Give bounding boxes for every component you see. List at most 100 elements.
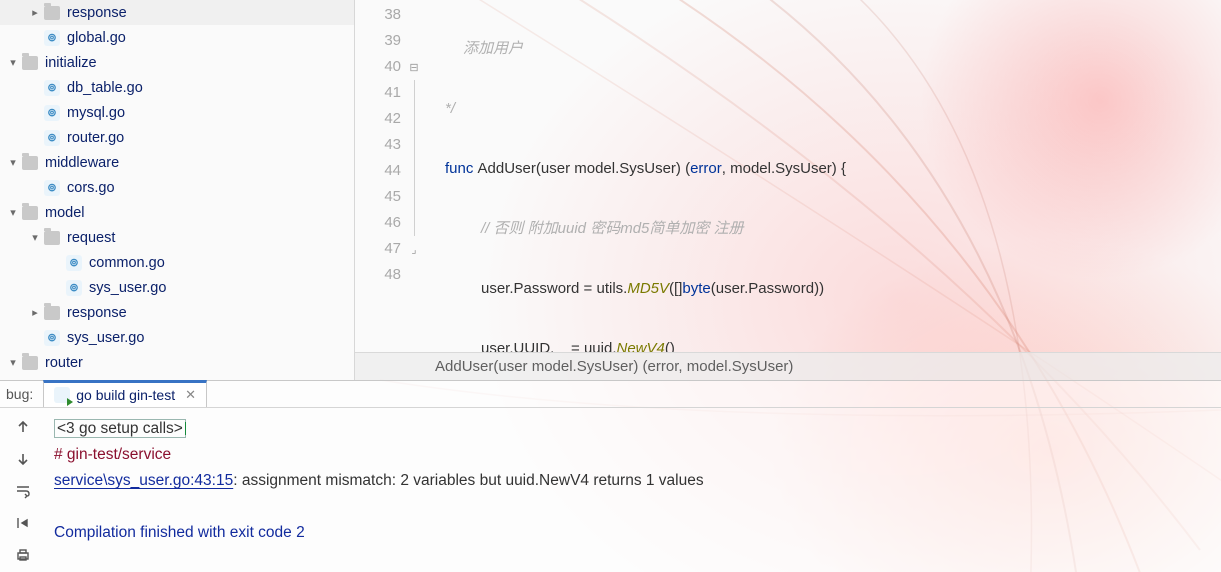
chevron-down-icon[interactable]: ▾ [6,56,20,69]
code-text: ([] [669,280,682,297]
project-tree[interactable]: ▸ response ⊚global.go▾initialize⊚db_table.… [0,0,354,380]
tree-label: sys_user.go [67,330,144,346]
chevron-down-icon[interactable]: ▾ [6,356,20,369]
pkg-uuid: uuid [584,340,612,352]
tree-file-db_table-go[interactable]: ⊚db_table.go [0,75,354,100]
fold-toggle-icon[interactable]: ⊟ [405,54,423,80]
go-file-icon: ⊚ [44,105,60,121]
go-file-icon: ⊚ [66,255,82,271]
soft-wrap-button[interactable] [12,480,34,502]
chevron-down-icon[interactable]: ▾ [6,206,20,219]
folder-icon [22,356,38,370]
code-comment: 添加用户 [433,40,523,57]
tree-label: response [67,5,127,21]
go-file-icon: ⊚ [44,30,60,46]
run-config-label: go build gin-test [76,387,175,403]
code-text: user.Password = [481,280,596,297]
folder-icon [22,206,38,220]
tree-file-mysql-go[interactable]: ⊚ mysql.go [0,100,354,125]
kw-byte: byte [682,280,710,297]
breadcrumb[interactable]: AddUser(user model.SysUser) (error, mode… [355,352,1221,380]
folder-icon [22,156,38,170]
editor[interactable]: 3839404142434445464748 ⊟⌟ 添加用户 */ func A… [354,0,1221,380]
tree-file-sys_user-go[interactable]: ⊚ sys_user.go [0,325,354,350]
tree-file-cors-go[interactable]: ⊚ cors.go [0,175,354,200]
tree-label: mysql.go [67,105,125,121]
scroll-up-button[interactable] [12,416,34,438]
line-number: 43 [355,132,401,158]
pkg-utils: utils [596,280,623,297]
tree-file-router-go[interactable]: ⊚router.go [0,125,354,150]
fold-guide [405,80,423,106]
setup-calls-fold[interactable]: <3 go setup calls> [54,419,186,438]
fold-guide [405,184,423,210]
line-number: 40 [355,54,401,80]
go-file-icon: ⊚ [44,80,60,96]
tree-folder-request[interactable]: ▾ request [0,225,354,250]
code-text: () [665,340,675,352]
tree-label: request [67,230,115,246]
fold-blank [405,262,423,288]
folder-icon [44,231,60,245]
go-file-icon: ⊚ [44,130,60,146]
fold-end-icon: ⌟ [405,236,423,262]
go-file-icon: ⊚ [44,330,60,346]
error-file-link[interactable]: service\sys_user.go:43:15 [54,472,233,489]
chevron-right-icon[interactable]: ▸ [28,6,42,19]
tree-folder-response[interactable]: ▸response [0,300,354,325]
tool-tab-bar: bug: go build gin-test ✕ [0,380,1221,408]
chevron-down-icon[interactable]: ▾ [28,231,42,244]
chevron-down-icon[interactable]: ▾ [6,156,20,169]
fold-blank [405,28,423,54]
fold-guide [405,158,423,184]
tree-label: cors.go [67,180,115,196]
editor-gutter: 3839404142434445464748 [355,0,405,352]
scroll-down-button[interactable] [12,448,34,470]
code-text: (user.Password)) [711,280,824,297]
line-number: 38 [355,2,401,28]
print-button[interactable] [12,544,34,566]
folder-icon [22,56,38,70]
tree-label: middleware [45,155,119,171]
scroll-to-end-button[interactable] [12,512,34,534]
tree-file-global-go[interactable]: ⊚global.go [0,25,354,50]
fn-newv4: NewV4 [617,340,665,352]
folder-icon [44,306,60,320]
tool-gutter [0,380,46,572]
compilation-result: Compilation finished with exit code 2 [54,524,305,541]
tree-folder-model[interactable]: ▾ model [0,200,354,225]
tree-folder-response[interactable]: ▸ response [0,0,354,25]
editor-fold-column[interactable]: ⊟⌟ [405,0,423,352]
line-number: 48 [355,262,401,288]
tree-folder-middleware[interactable]: ▾ middleware [0,150,354,175]
tree-label: common.go [89,255,165,271]
go-file-icon: ⊚ [66,280,82,296]
chevron-right-icon[interactable]: ▸ [28,306,42,319]
fold-guide [405,210,423,236]
tree-file-common-go[interactable]: ⊚ common.go [0,250,354,275]
tree-folder-initialize[interactable]: ▾initialize [0,50,354,75]
fold-guide [405,106,423,132]
close-icon[interactable]: ✕ [185,387,196,403]
kw-error: error [690,160,722,177]
tree-label: model [45,205,85,221]
line-number: 45 [355,184,401,210]
fold-blank [405,2,423,28]
build-tool-window[interactable]: bug: go build gin-test ✕ <3 go setup cal… [0,380,1221,572]
tree-file-sys_user-go[interactable]: ⊚ sys_user.go [0,275,354,300]
code-comment: // 否则 附加uuid 密码md5简单加密 注册 [433,220,744,237]
go-run-icon [54,387,70,403]
fn-md5v: MD5V [627,280,669,297]
line-number: 41 [355,80,401,106]
code-text: user.UUID, _ = [481,340,584,352]
run-config-tab[interactable]: go build gin-test ✕ [43,380,207,407]
tree-label: sys_user.go [89,280,166,296]
line-number: 47 [355,236,401,262]
kw-func: func [445,160,478,177]
build-output[interactable]: <3 go setup calls> # gin-test/service se… [46,380,1221,572]
go-file-icon: ⊚ [44,180,60,196]
editor-code[interactable]: 添加用户 */ func AddUser(user model.SysUser)… [423,0,1221,352]
error-message: : assignment mismatch: 2 variables but u… [233,472,703,489]
tree-folder-router[interactable]: ▾router [0,350,354,375]
code-text: , model.SysUser) { [722,160,846,177]
